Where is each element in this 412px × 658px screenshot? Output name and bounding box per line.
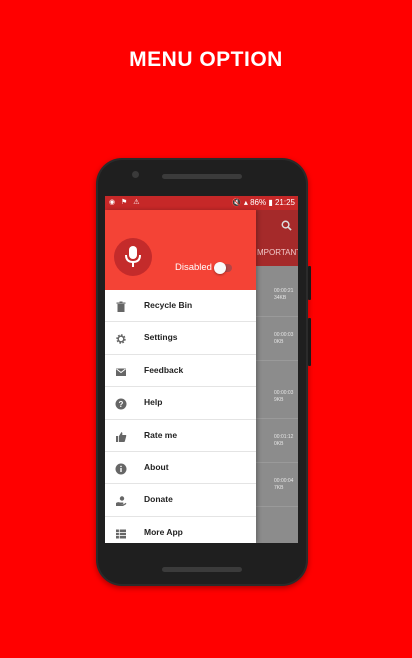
volume-button [308, 266, 311, 300]
donate-icon [115, 494, 127, 507]
row-divider [256, 418, 298, 419]
menu-item-label: About [144, 461, 169, 472]
toggle-knob [214, 262, 226, 274]
mail-icon [115, 365, 127, 377]
microphone-icon [125, 246, 141, 267]
menu-item-about[interactable]: About [105, 452, 256, 485]
status-bar: ◉ ⚑ ⚠ 🔇 ▴ 86% ▮ 21:25 [105, 196, 298, 210]
menu-item-label: More App [144, 526, 183, 537]
status-right-info: 🔇 ▴ 86% ▮ 21:25 [231, 198, 295, 207]
drawer-header: Disabled [105, 210, 256, 290]
navigation-drawer: Disabled Recycle Bin Settings Feedback? Hel… [105, 210, 256, 543]
headline: MENU OPTION [129, 48, 283, 71]
menu-item-label: Help [144, 397, 163, 408]
front-camera [132, 171, 139, 178]
power-button [308, 318, 311, 366]
row-divider [256, 360, 298, 361]
enable-toggle[interactable] [214, 262, 232, 274]
menu-item-label: Settings [144, 332, 178, 343]
recording-size: 0KB [274, 441, 284, 447]
recording-size: 34KB [274, 295, 287, 301]
menu-item-recycle-bin[interactable]: Recycle Bin [105, 290, 256, 323]
recording-row[interactable]: 00:00:03 0KB [274, 332, 293, 346]
menu-item-help[interactable]: ? Help [105, 387, 256, 420]
menu-item-settings[interactable]: Settings [105, 322, 256, 355]
top-speaker [162, 174, 242, 179]
recording-duration: 00:00:21 [274, 288, 294, 294]
recording-duration: 00:00:03 [274, 332, 294, 338]
menu-item-label: Rate me [144, 429, 178, 440]
menu-item-more-app[interactable]: More App [105, 517, 256, 543]
menu-item-label: Recycle Bin [144, 300, 193, 310]
recording-duration: 00:01:12 [274, 434, 294, 440]
phone-screen: ◉ ⚑ ⚠ 🔇 ▴ 86% ▮ 21:25 MPORTANT 00:00:21 3… [105, 196, 298, 543]
recording-row[interactable]: 00:00:21 34KB [274, 288, 293, 302]
recording-row[interactable]: 00:01:12 0KB [274, 434, 293, 448]
drawer-menu: Recycle Bin Settings Feedback? Help Rate me A… [105, 290, 256, 543]
recording-size: 7KB [274, 485, 284, 491]
menu-item-label: Donate [144, 494, 173, 505]
trash-icon [115, 300, 127, 312]
menu-item-feedback[interactable]: Feedback [105, 355, 256, 388]
help-icon: ? [115, 397, 127, 410]
search-icon[interactable] [281, 220, 292, 234]
recording-size: 0KB [274, 339, 284, 345]
recording-row[interactable]: 00:00:04 7KB [274, 478, 293, 492]
row-divider [256, 462, 298, 463]
svg-text:?: ? [119, 400, 124, 409]
recording-duration: 00:00:03 [274, 390, 294, 396]
menu-item-donate[interactable]: Donate [105, 484, 256, 517]
gear-icon [115, 332, 127, 345]
apps-icon [115, 527, 127, 539]
tab-important[interactable]: MPORTANT [257, 248, 298, 257]
menu-item-label: Feedback [144, 364, 184, 375]
mic-button[interactable] [114, 238, 152, 276]
thumbs-up-icon [115, 430, 127, 442]
status-left-icons: ◉ ⚑ ⚠ [109, 199, 142, 206]
recording-row[interactable]: 00:00:03 9KB [274, 390, 293, 404]
row-divider [256, 506, 298, 507]
toggle-label: Disabled [175, 262, 212, 273]
recording-duration: 00:00:04 [274, 478, 294, 484]
info-icon [115, 462, 127, 475]
recording-size: 9KB [274, 397, 284, 403]
bottom-speaker [162, 567, 242, 572]
row-divider [256, 316, 298, 317]
menu-item-rate-me[interactable]: Rate me [105, 420, 256, 452]
